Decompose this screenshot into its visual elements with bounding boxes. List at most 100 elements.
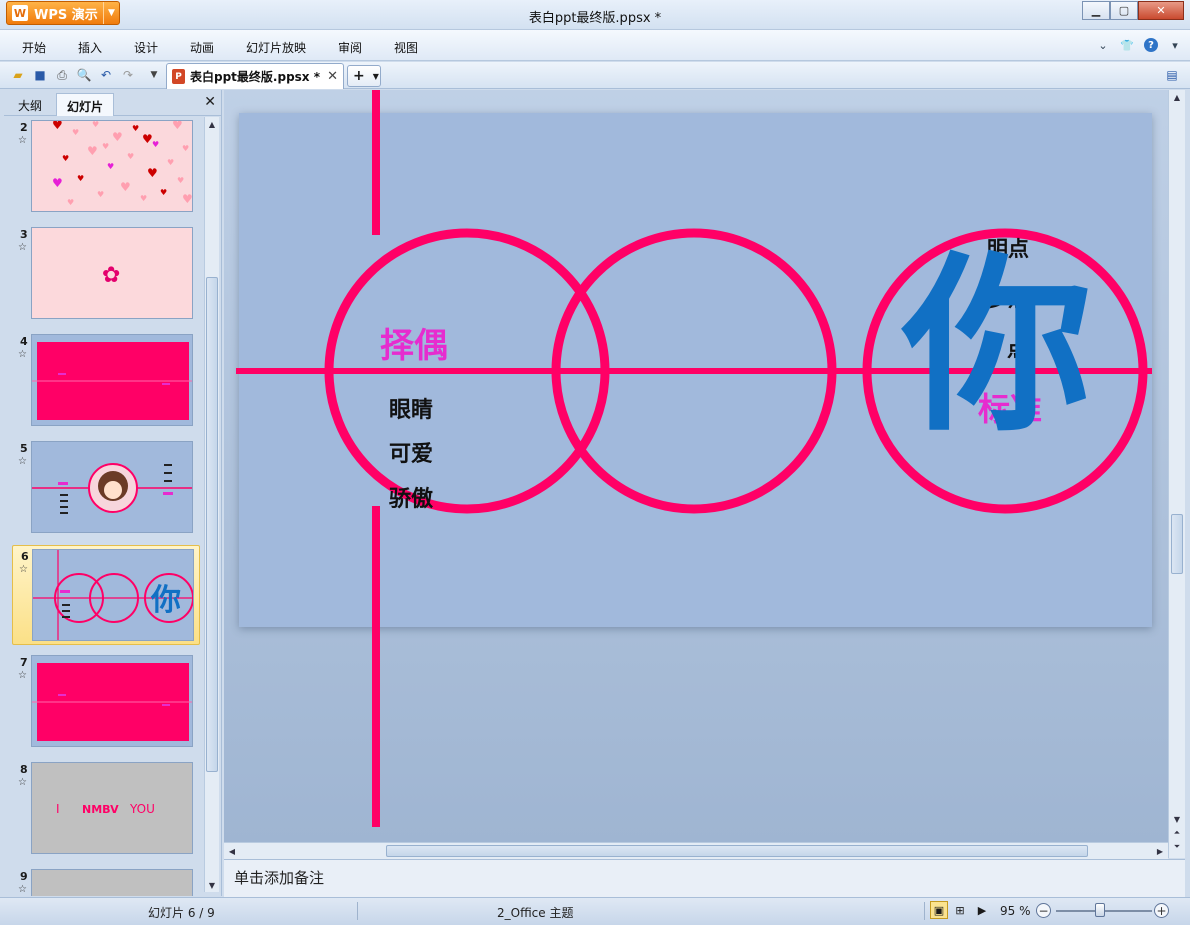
slide-thumbnail[interactable]: 7 ☆ [12, 652, 200, 752]
slide-vertical-scrollbar[interactable]: ▲ ▼ ⏶ ⏷ [1168, 90, 1185, 858]
svg-text:♥: ♥ [182, 144, 189, 153]
slide-big-character[interactable]: 你 [902, 252, 1092, 442]
scroll-down-icon[interactable]: ▼ [1170, 812, 1184, 826]
slide-counter: 幻灯片 6 / 9 [148, 906, 215, 920]
new-tab-button[interactable]: + ▼ [347, 65, 381, 87]
menu-design[interactable]: 设计 [134, 39, 158, 56]
preview-graphics: ✿ [102, 263, 120, 288]
tab-outline[interactable]: 大纲 [8, 93, 52, 116]
slide-preview[interactable] [31, 441, 193, 533]
slide-preview[interactable]: I NMBV YOU [31, 762, 193, 854]
zoom-in-icon[interactable]: + [1154, 903, 1169, 918]
svg-text:♥: ♥ [52, 121, 63, 132]
slide-item-2[interactable]: 可爱 [389, 436, 433, 468]
menu-view[interactable]: 视图 [394, 39, 418, 56]
help-dropdown-icon[interactable]: ▾ [1168, 38, 1182, 52]
customize-toolbar-icon[interactable]: ▼ [146, 67, 162, 83]
svg-text:♥: ♥ [172, 121, 183, 132]
slide-thumbnail[interactable]: 4 ☆ [12, 331, 200, 431]
slide-number: 9 [20, 870, 28, 883]
menu-bar: 开始 插入 设计 动画 幻灯片放映 审阅 视图 ⌄ 👕 ? ▾ [0, 30, 1190, 61]
slideshow-play-icon[interactable]: ▶ [973, 901, 991, 919]
scrollbar-thumb[interactable] [1171, 514, 1183, 574]
redo-icon[interactable]: ↷ [120, 67, 136, 83]
slide-item-3[interactable]: 骄傲 [389, 481, 433, 513]
slide-thumbnail-list: 2 ☆ ♥ ♥ ♥ ♥ ♥ ♥ ♥ ♥ ♥ ♥ ♥ ♥ ♥ ♥ ♥ ♥ ♥ ♥ ♥ ♥ ♥ ♥ ♥ ♥ ♥ 3 ☆ ✿ 4 ☆ 5 ☆ 6 ☆ 你 7 ☆ 8… [4, 117, 202, 896]
slide-thumbnail[interactable]: 5 ☆ [12, 438, 200, 538]
zoom-slider-knob[interactable] [1095, 903, 1105, 917]
slide-thumbnail[interactable]: 6 ☆ 你 [12, 545, 200, 645]
preview-graphics [32, 342, 192, 420]
menu-home[interactable]: 开始 [22, 39, 46, 56]
zoom-out-icon[interactable]: − [1036, 903, 1051, 918]
svg-text:♥: ♥ [107, 162, 114, 171]
status-divider [924, 902, 925, 920]
ribbon-collapse-icon[interactable]: ⌄ [1096, 38, 1110, 52]
menu-slideshow[interactable]: 幻灯片放映 [246, 39, 306, 56]
svg-text:♥: ♥ [160, 188, 167, 197]
scrollbar-thumb[interactable] [206, 277, 218, 772]
slide-editor: 择偶 眼睛 可爱 骄傲 明点 多点 点 标准 你 [224, 90, 1168, 842]
slide-preview[interactable] [31, 869, 193, 896]
animation-star-icon: ☆ [18, 242, 27, 253]
window-layout-icon[interactable]: ▤ [1164, 67, 1180, 83]
slide-thumbnail[interactable]: 9 ☆ [12, 866, 200, 896]
undo-icon[interactable]: ↶ [98, 67, 114, 83]
slide-preview[interactable]: 你 [32, 549, 194, 641]
print-preview-icon[interactable]: 🔍 [76, 67, 92, 83]
scroll-left-icon[interactable]: ◀ [225, 844, 239, 858]
slide-number: 7 [20, 656, 28, 669]
slide-thumbnail[interactable]: 8 ☆ I NMBV YOU [12, 759, 200, 859]
menu-animation[interactable]: 动画 [190, 39, 214, 56]
slide-sorter-icon[interactable]: ⊞ [951, 901, 969, 919]
scroll-up-icon[interactable]: ▲ [205, 117, 219, 131]
open-folder-icon[interactable]: ▰ [10, 67, 26, 83]
notes-pane[interactable]: 单击添加备注 [224, 859, 1185, 897]
normal-view-icon[interactable]: ▣ [930, 901, 948, 919]
slide-number: 4 [20, 335, 28, 348]
scrollbar-thumb[interactable] [386, 845, 1088, 857]
help-icon[interactable]: ? [1144, 38, 1158, 52]
print-icon[interactable]: ⎙ [54, 67, 70, 83]
scroll-up-icon[interactable]: ▲ [1170, 90, 1184, 104]
slide-title-left[interactable]: 择偶 [380, 318, 448, 367]
svg-text:♥: ♥ [92, 121, 99, 129]
svg-text:♥: ♥ [97, 190, 104, 199]
slide-item-1[interactable]: 眼睛 [389, 392, 433, 424]
skin-shirt-icon[interactable]: 👕 [1120, 38, 1134, 52]
notes-placeholder[interactable]: 单击添加备注 [234, 867, 324, 888]
menu-insert[interactable]: 插入 [78, 39, 102, 56]
scroll-right-icon[interactable]: ▶ [1153, 844, 1167, 858]
slide-preview[interactable] [31, 334, 193, 426]
slide-thumbnail[interactable]: 3 ☆ ✿ [12, 224, 200, 324]
scroll-down-icon[interactable]: ▼ [205, 878, 219, 892]
slide-horizontal-scrollbar[interactable]: ◀ ▶ [224, 842, 1168, 859]
preview-graphics [32, 463, 192, 514]
next-slide-icon[interactable]: ⏷ [1170, 840, 1184, 854]
thumb-text-b: NMBV [82, 803, 119, 816]
slide-number: 3 [20, 228, 28, 241]
chevron-down-icon[interactable]: ▼ [373, 72, 379, 81]
close-window-button[interactable]: ✕ [1138, 1, 1184, 20]
close-tab-icon[interactable]: ✕ [327, 69, 338, 84]
animation-star-icon: ☆ [18, 135, 27, 146]
menu-review[interactable]: 审阅 [338, 39, 362, 56]
minimize-button[interactable]: ▁ [1082, 1, 1110, 20]
tab-slides[interactable]: 幻灯片 [56, 93, 115, 116]
animation-star-icon: ☆ [18, 777, 27, 788]
document-tab[interactable]: P 表白ppt最终版.ppsx * ✕ [166, 63, 344, 89]
slide-number: 5 [20, 442, 28, 455]
slide-thumbnail[interactable]: 2 ☆ ♥ ♥ ♥ ♥ ♥ ♥ ♥ ♥ ♥ ♥ ♥ ♥ ♥ ♥ ♥ ♥ ♥ ♥ ♥ ♥ ♥ ♥ ♥ ♥ ♥ [12, 117, 200, 217]
slide-preview[interactable]: ♥ ♥ ♥ ♥ ♥ ♥ ♥ ♥ ♥ ♥ ♥ ♥ ♥ ♥ ♥ ♥ ♥ ♥ ♥ ♥ ♥ ♥ ♥ ♥ ♥ [31, 120, 193, 212]
thumbnail-scrollbar[interactable]: ▲ ▼ [204, 117, 219, 892]
close-panel-icon[interactable]: ✕ [204, 94, 216, 110]
svg-text:♥: ♥ [167, 158, 174, 167]
svg-text:♥: ♥ [140, 194, 147, 203]
slide-preview[interactable]: ✿ [31, 227, 193, 319]
slide-preview[interactable] [31, 655, 193, 747]
save-icon[interactable]: ■ [32, 67, 48, 83]
svg-text:♥: ♥ [182, 192, 193, 206]
previous-slide-icon[interactable]: ⏶ [1170, 826, 1184, 840]
maximize-button[interactable]: ▢ [1110, 1, 1138, 20]
svg-text:♥: ♥ [142, 132, 153, 146]
